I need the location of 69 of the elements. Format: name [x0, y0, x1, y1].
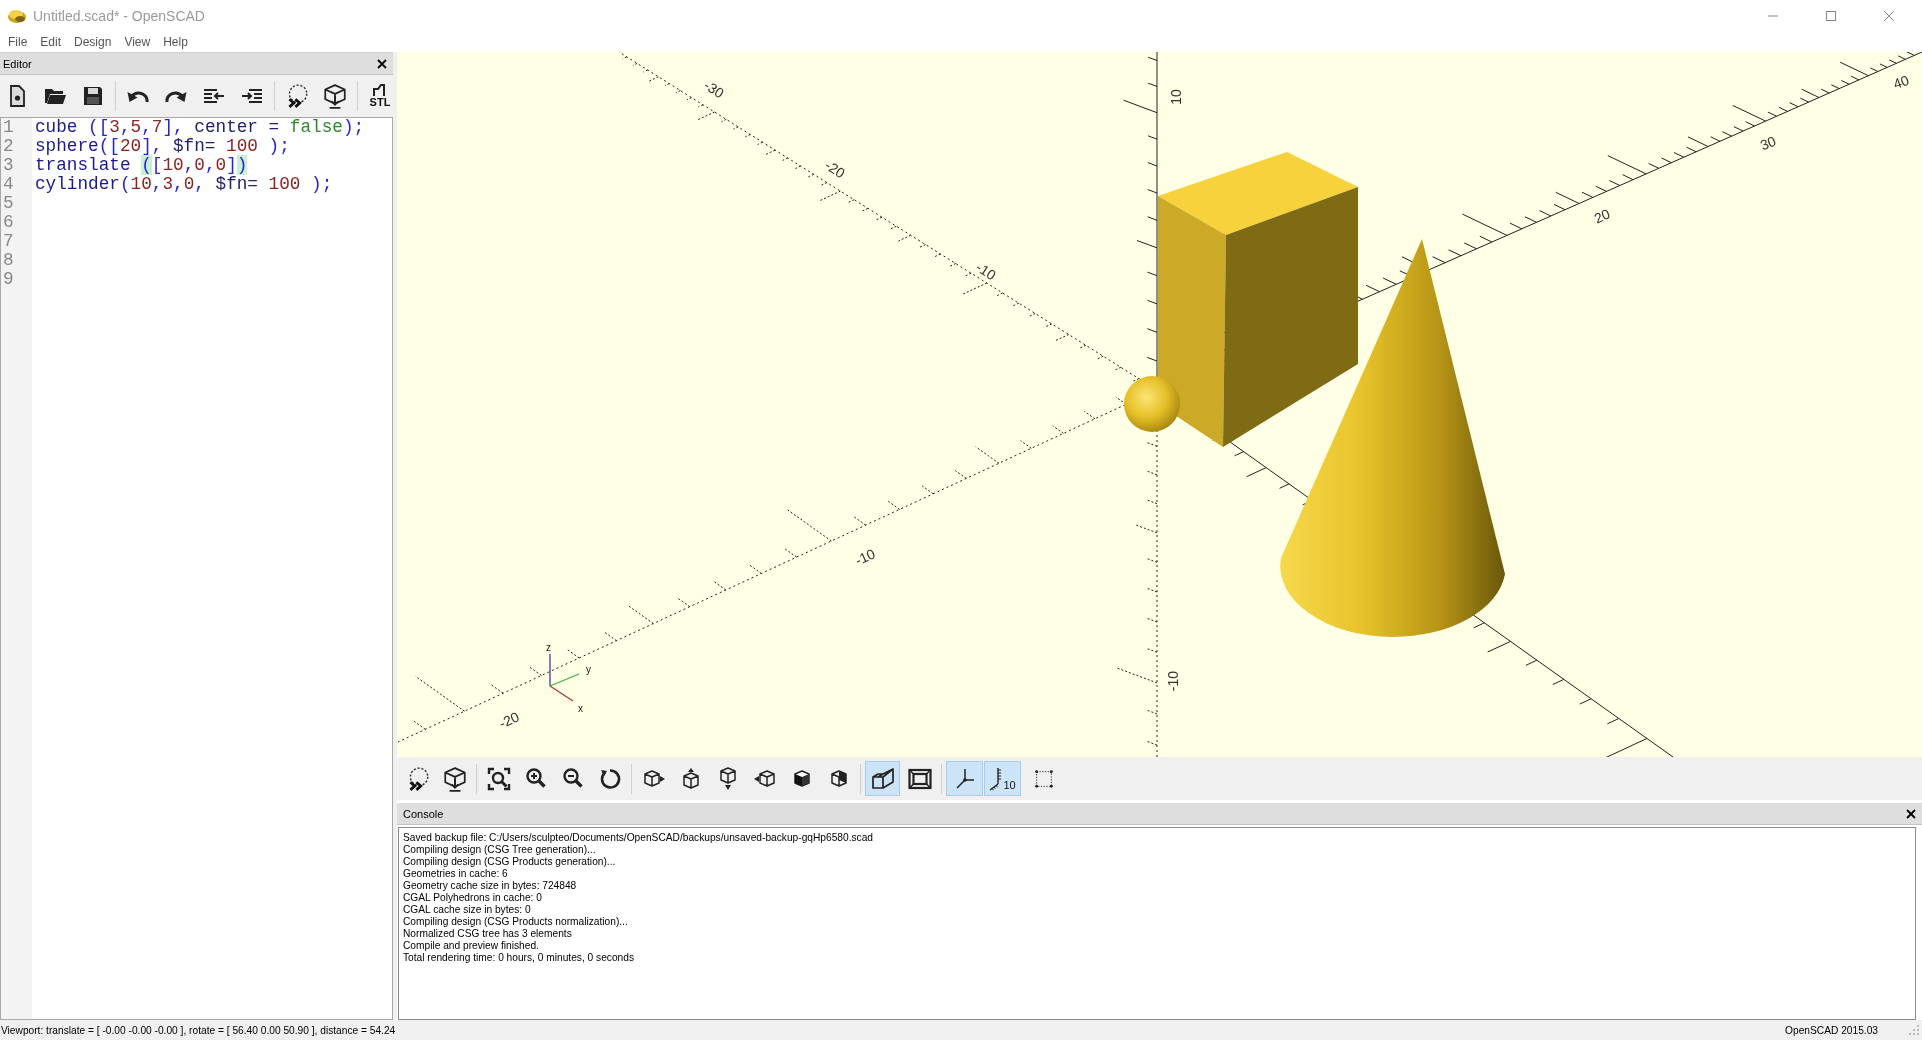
dotted-square-icon — [1032, 767, 1055, 790]
outline-icon — [372, 84, 388, 96]
line-number: 4 — [2, 175, 15, 194]
console-line: Compile and preview finished. — [403, 940, 540, 952]
line-number: 6 — [2, 213, 15, 232]
axis-label: y — [586, 664, 591, 675]
scale-label: 20 — [1591, 205, 1613, 227]
dock-title: Console — [403, 807, 444, 820]
scale-label: 30 — [1757, 132, 1779, 154]
line-number: 5 — [2, 194, 15, 213]
line-number: 9 — [2, 270, 15, 289]
sphere-model — [1124, 376, 1180, 432]
scale-label: -10 — [973, 258, 999, 284]
console-line: Saved backup file: C:/Users/sculpteo/Documents/OpenSCAD/backups/unsaved-backup-gqHp6580.scad — [403, 832, 874, 844]
orientation-axes-icon — [549, 653, 580, 702]
line-number: 3 — [2, 156, 15, 175]
app-logo-icon — [7, 7, 27, 24]
scale-label: 10 — [1168, 89, 1184, 105]
menu-item[interactable]: Help — [157, 32, 194, 51]
viewport-status: Viewport: translate = [ -0.00 -0.00 -0.00 ], rotate = [ 56.40 0.00 50.90 ], distance = 54.24 — [1, 1024, 396, 1036]
scale-axes-icon — [989, 766, 1004, 791]
save-icon[interactable] — [81, 84, 105, 108]
console-line: CGAL Polyhedrons in cache: 0 — [403, 892, 543, 904]
dock-title: Editor — [3, 57, 32, 70]
frustum-icon — [870, 766, 895, 791]
scale-label: -20 — [496, 708, 522, 732]
code-line: translate ([10,0,0]) — [35, 156, 249, 175]
console-line: Geometries in cache: 6 — [403, 868, 509, 880]
code-editor[interactable]: 1 2 3 4 5 6 7 8 9 cube ([3,5,7], center = false); sphere([20], $fn= 100 ); translate ([10,0,0]) cylinder(10,3,0, $fn= 100 ); — [0, 117, 393, 1020]
scale-label: 40 — [1890, 71, 1912, 93]
console-line: Compiling design (CSG Products normalization)... — [403, 916, 629, 928]
close-icon[interactable] — [377, 58, 387, 69]
version-label: OpenSCAD 2015.03 — [1785, 1024, 1878, 1036]
cube-arrow-icon[interactable] — [441, 765, 468, 792]
axis-label: z — [546, 642, 551, 653]
square-frame-icon — [907, 766, 932, 791]
axis-label: x — [578, 703, 583, 714]
console-line: Normalized CSG tree has 3 elements — [403, 928, 573, 940]
code-line: sphere([20], $fn= 100 ); — [35, 137, 291, 156]
console-line: CGAL cache size in bytes: 0 — [403, 904, 532, 916]
axes-toggle[interactable] — [946, 761, 983, 796]
scale-label: -10 — [852, 545, 878, 569]
code-line: cylinder(10,3,0, $fn= 100 ); — [35, 175, 334, 194]
cube-arrow-icon[interactable] — [322, 83, 348, 109]
close-icon[interactable] — [1906, 808, 1916, 819]
scale-label: -10 — [1165, 670, 1181, 692]
console-line: Compiling design (CSG Tree generation)... — [403, 844, 597, 856]
menu-item[interactable]: File — [2, 32, 34, 51]
menu-item[interactable]: Edit — [34, 32, 68, 51]
line-number: 2 — [2, 137, 15, 156]
perspective-toggle[interactable] — [865, 761, 900, 796]
console-line: Compiling design (CSG Products generation)... — [403, 856, 617, 868]
code-line: cube ([3,5,7], center = false); — [35, 118, 365, 137]
zoom-fit-icon[interactable] — [486, 766, 511, 791]
console-line: Total rendering time: 0 hours, 0 minutes, 0 seconds — [403, 952, 636, 964]
menu-item[interactable]: Design — [68, 32, 118, 51]
export-stl-button[interactable]: STL — [364, 79, 396, 113]
menu-item[interactable]: View — [118, 32, 157, 51]
scale-label: -20 — [822, 156, 848, 182]
scale-label: -30 — [701, 76, 727, 102]
line-number: 1 — [2, 118, 15, 137]
line-number: 7 — [2, 232, 15, 251]
maximize-icon[interactable] — [1825, 9, 1837, 22]
viewport-canvas[interactable]: -30 -20 -10 -10 -20 -10 20 30 40 10 z y x — [397, 52, 1922, 757]
resize-grip-icon[interactable] — [1908, 1024, 1920, 1036]
scale-markers-toggle[interactable]: 10 — [984, 761, 1021, 796]
window-title: Untitled.scad* - OpenSCAD — [33, 7, 205, 24]
line-number: 8 — [2, 251, 15, 270]
console-line: Geometry cache size in bytes: 724848 — [403, 880, 578, 892]
